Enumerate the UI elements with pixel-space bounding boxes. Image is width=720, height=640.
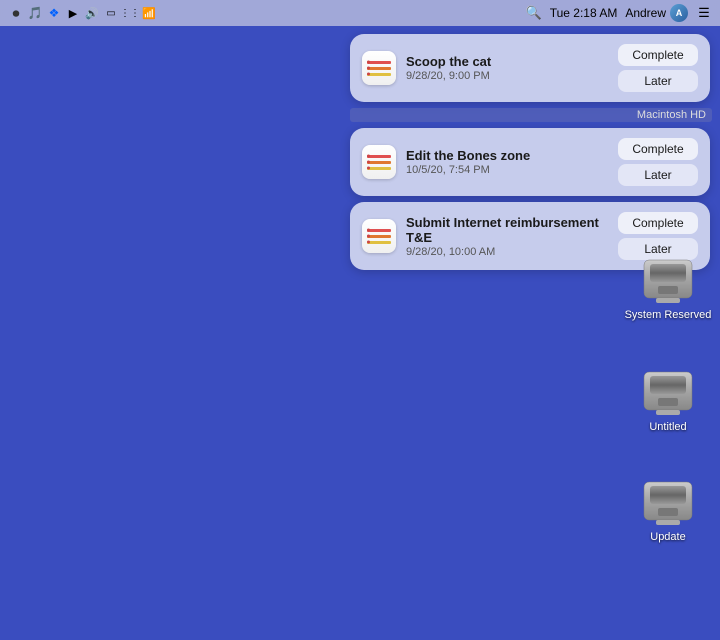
reminder-line-4	[367, 155, 391, 158]
drive-icon-untitled	[640, 370, 696, 420]
drive-icon-update	[640, 480, 696, 530]
reminder-line-6	[367, 167, 391, 170]
menubar-user[interactable]: Andrew A	[625, 4, 688, 22]
bluetooth-icon[interactable]: ⋮⋮	[122, 5, 138, 21]
desktop-icon-untitled[interactable]: Untitled	[628, 370, 708, 434]
notification-date-2: 10/5/20, 7:54 PM	[406, 164, 608, 176]
music-icon[interactable]: 🎵	[27, 5, 43, 21]
notification-date-1: 9/28/20, 9:00 PM	[406, 70, 608, 82]
desktop-icon-label-untitled: Untitled	[645, 420, 690, 434]
macintosh-hd-label: Macintosh HD	[350, 108, 712, 122]
notification-title-1: Scoop the cat	[406, 54, 608, 69]
later-button-3[interactable]: Later	[618, 238, 698, 260]
complete-button-2[interactable]: Complete	[618, 138, 698, 160]
reminder-line-1	[367, 61, 391, 64]
reminder-icon-3	[362, 219, 396, 253]
dropbox-icon[interactable]: ❖	[46, 5, 62, 21]
later-button-1[interactable]: Later	[618, 70, 698, 92]
notification-card-1: Scoop the cat 9/28/20, 9:00 PM Complete …	[350, 34, 710, 102]
notification-content-1: Scoop the cat 9/28/20, 9:00 PM	[406, 54, 608, 82]
reminder-line-3	[367, 73, 391, 76]
notification-actions-1: Complete Later	[618, 44, 698, 92]
reminder-icon-1	[362, 51, 396, 85]
desktop-icon-label-system-reserved: System Reserved	[621, 308, 716, 322]
notification-card-2: Edit the Bones zone 10/5/20, 7:54 PM Com…	[350, 128, 710, 196]
complete-button-3[interactable]: Complete	[618, 212, 698, 234]
reminder-line-2	[367, 67, 391, 70]
reminder-icon-2	[362, 145, 396, 179]
stop-icon[interactable]: ⏺	[8, 5, 24, 21]
notifications-container: Scoop the cat 9/28/20, 9:00 PM Complete …	[350, 34, 710, 270]
chevron-icon[interactable]: ▶	[65, 5, 81, 21]
complete-button-1[interactable]: Complete	[618, 44, 698, 66]
notification-actions-2: Complete Later	[618, 138, 698, 186]
menu-icon[interactable]: ☰	[696, 5, 712, 21]
wifi-icon[interactable]: 📶	[141, 5, 157, 21]
menubar-clock: Tue 2:18 AM	[550, 6, 618, 20]
reminder-line-8	[367, 235, 391, 238]
display-icon[interactable]: ▭	[103, 5, 119, 21]
desktop-icon-system-reserved[interactable]: System Reserved	[628, 258, 708, 322]
notification-content-3: Submit Internet reimbursement T&E 9/28/2…	[406, 215, 608, 258]
username-label: Andrew	[625, 6, 666, 20]
later-button-2[interactable]: Later	[618, 164, 698, 186]
app-icons: ⏺ 🎵 ❖ ▶ 🔊 ▭ ⋮⋮ 📶	[8, 5, 157, 21]
volume-icon[interactable]: 🔊	[84, 5, 100, 21]
notification-title-3: Submit Internet reimbursement T&E	[406, 215, 608, 245]
menubar-right: 🔍 Tue 2:18 AM Andrew A ☰	[526, 4, 712, 22]
desktop-icon-update[interactable]: Update	[628, 480, 708, 544]
desktop-icon-label-update: Update	[646, 530, 689, 544]
reminder-line-9	[367, 241, 391, 244]
reminder-line-7	[367, 229, 391, 232]
menubar: ⏺ 🎵 ❖ ▶ 🔊 ▭ ⋮⋮ 📶 🔍 Tue 2:18 AM Andrew A …	[0, 0, 720, 26]
drive-icon-system-reserved	[640, 258, 696, 308]
reminder-line-5	[367, 161, 391, 164]
notification-title-2: Edit the Bones zone	[406, 148, 608, 163]
notification-actions-3: Complete Later	[618, 212, 698, 260]
search-icon[interactable]: 🔍	[526, 5, 542, 21]
user-avatar: A	[670, 4, 688, 22]
menubar-left: ⏺ 🎵 ❖ ▶ 🔊 ▭ ⋮⋮ 📶	[8, 5, 157, 21]
notification-date-3: 9/28/20, 10:00 AM	[406, 246, 608, 258]
notification-content-2: Edit the Bones zone 10/5/20, 7:54 PM	[406, 148, 608, 176]
